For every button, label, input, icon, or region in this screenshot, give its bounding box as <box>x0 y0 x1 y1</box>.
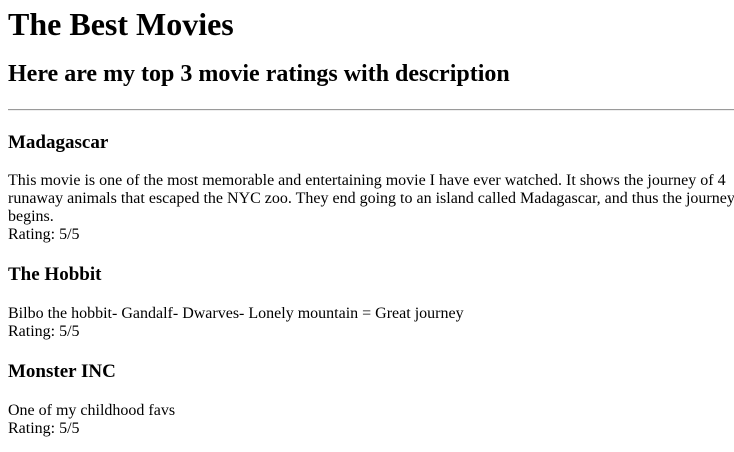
movie-rating: Rating: 5/5 <box>8 323 80 340</box>
movie-entry-the-hobbit: The Hobbit Bilbo the hobbit- Gandalf- Dw… <box>8 244 734 341</box>
movie-description: Bilbo the hobbit- Gandalf- Dwarves- Lone… <box>8 305 464 322</box>
movie-rating: Rating: 5/5 <box>8 420 80 437</box>
movie-title: Monster INC <box>8 361 116 382</box>
movie-description: This movie is one of the most memorable … <box>8 172 734 225</box>
movie-entry-madagascar: Madagascar This movie is one of the most… <box>8 111 734 244</box>
page-subtitle: Here are my top 3 movie ratings with des… <box>8 61 510 87</box>
movie-rating: Rating: 5/5 <box>8 226 80 243</box>
movie-title: Madagascar <box>8 132 109 153</box>
page-title: The Best Movies <box>8 6 234 42</box>
movie-entry-monster-inc: Monster INC One of my childhood favs Rat… <box>8 341 734 438</box>
movie-description: One of my childhood favs <box>8 402 176 419</box>
movie-title: The Hobbit <box>8 264 102 285</box>
page: The Best Movies Here are my top 3 movie … <box>8 0 734 438</box>
